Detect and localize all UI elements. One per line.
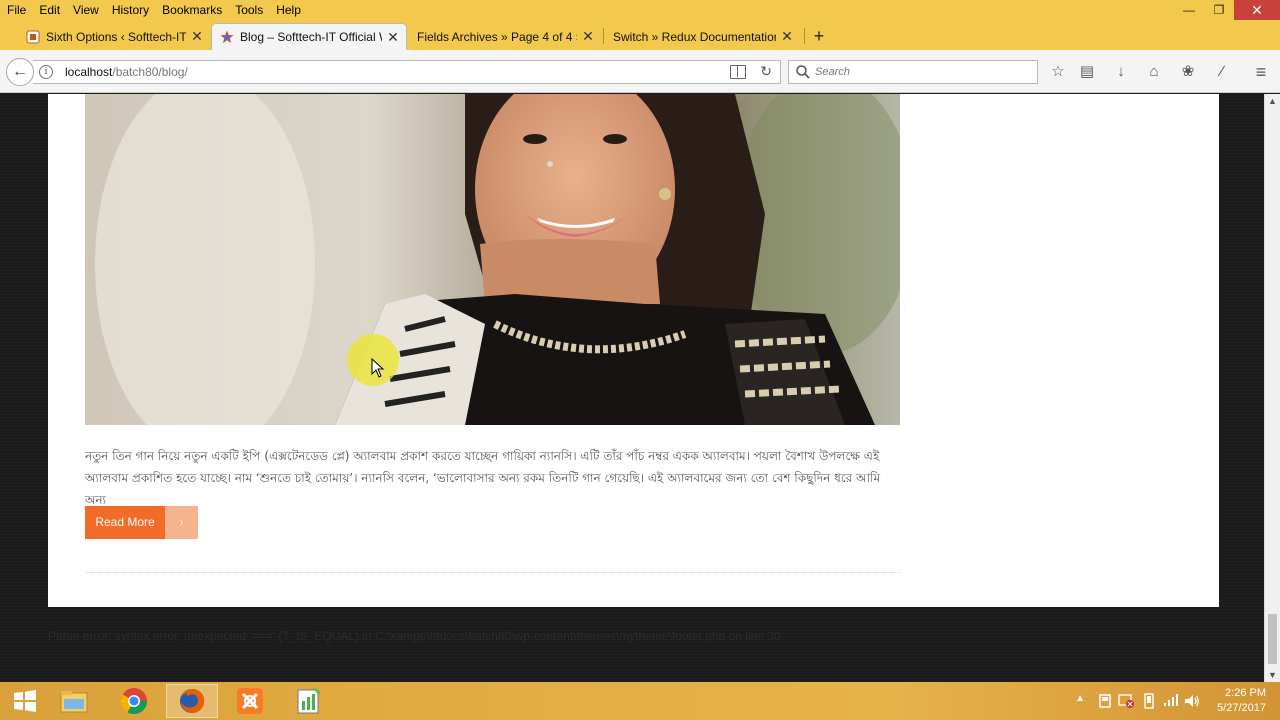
clock-date: 5/27/2017 <box>1217 702 1266 714</box>
tab-bar: Sixth Options ‹ Softtech-IT C ✕ Blog – S… <box>0 20 1280 50</box>
scroll-up-icon[interactable]: ▲ <box>1268 96 1277 106</box>
chrome-icon <box>120 688 148 715</box>
pocket-icon[interactable]: ❀ <box>1178 62 1198 82</box>
php-error-message: Parse error: syntax error, unexpected '=… <box>48 629 781 643</box>
tab-fields-archives[interactable]: Fields Archives » Page 4 of 4 » Re ✕ <box>409 23 601 50</box>
featured-photo <box>85 94 900 425</box>
taskbar-notepad-plus[interactable] <box>282 684 334 718</box>
tab-redux-docs[interactable]: Switch » Redux Documentation ✕ <box>605 23 800 50</box>
close-window-button[interactable]: ✕ <box>1234 0 1280 20</box>
windows-logo-icon <box>14 690 36 712</box>
url-path: /batch80/blog/ <box>112 65 188 79</box>
navigation-toolbar: i localhost/batch80/blog/ ↻ ← Search ☆ ▤… <box>0 50 1280 93</box>
menu-bar: File Edit View History Bookmarks Tools H… <box>0 0 1280 20</box>
tab-separator <box>603 28 604 44</box>
tab-label: Fields Archives » Page 4 of 4 » Re <box>417 29 577 44</box>
hamburger-menu-icon[interactable]: ≡ <box>1251 62 1271 82</box>
tab-label: Switch » Redux Documentation <box>613 29 776 44</box>
reader-view-icon[interactable] <box>730 65 746 79</box>
site-info-icon[interactable]: i <box>39 65 53 79</box>
xampp-icon <box>237 688 263 714</box>
close-tab-icon[interactable]: ✕ <box>581 28 595 45</box>
scrollbar-thumb[interactable] <box>1268 614 1277 664</box>
volume-icon[interactable] <box>1184 693 1200 709</box>
taskbar-firefox[interactable] <box>166 684 218 718</box>
menu-history[interactable]: History <box>105 0 155 20</box>
folder-icon <box>60 691 88 713</box>
post-excerpt: নতুন তিন গান নিয়ে নতুন একটি ইপি (এক্সটে… <box>85 449 881 507</box>
tab-sixth-options[interactable]: Sixth Options ‹ Softtech-IT C ✕ <box>18 23 210 50</box>
mouse-cursor-icon <box>371 358 385 378</box>
tab-label: Blog – Softtech-IT Official W <box>240 30 382 44</box>
read-more-label: Read More <box>85 506 165 539</box>
tab-label: Sixth Options ‹ Softtech-IT C <box>46 29 186 44</box>
menu-help[interactable]: Help <box>269 0 307 20</box>
taskbar-chrome[interactable] <box>108 684 160 718</box>
post-featured-image[interactable] <box>85 94 900 425</box>
download-icon[interactable]: ↓ <box>1111 62 1131 82</box>
notepad-plus-icon <box>297 687 322 714</box>
search-placeholder: Search <box>815 66 850 78</box>
url-host: localhost <box>65 65 113 79</box>
wifi-signal-icon[interactable] <box>1163 693 1179 707</box>
post-divider <box>85 572 900 573</box>
window-controls: — ❐ ✕ <box>1174 0 1280 20</box>
page-favicon-icon <box>26 30 40 43</box>
close-tab-icon[interactable]: ✕ <box>780 28 794 45</box>
menu-view[interactable]: View <box>66 0 105 20</box>
chevron-right-icon: › <box>165 506 198 539</box>
menu-bookmarks[interactable]: Bookmarks <box>155 0 228 20</box>
reload-icon[interactable]: ↻ <box>760 63 772 80</box>
bookmark-star-icon[interactable]: ☆ <box>1048 62 1068 82</box>
clock-time: 2:26 PM <box>1225 687 1266 699</box>
network-error-icon[interactable] <box>1118 694 1134 708</box>
tray-overflow-icon[interactable]: ▲ <box>1075 693 1085 704</box>
windows-taskbar: ▲ 2:26 PM 5/27/2017 <box>0 682 1280 720</box>
close-tab-icon[interactable]: ✕ <box>190 28 204 45</box>
minimize-button[interactable]: — <box>1174 0 1204 20</box>
url-bar[interactable]: i localhost/batch80/blog/ ↻ <box>33 60 781 84</box>
read-more-button[interactable]: Read More › <box>85 506 198 539</box>
scroll-down-icon[interactable]: ▼ <box>1268 670 1277 680</box>
library-icon[interactable]: ▤ <box>1077 62 1097 82</box>
search-input[interactable]: Search <box>788 60 1038 84</box>
device-icon[interactable] <box>1142 693 1156 709</box>
content-card: নতুন তিন গান নিয়ে নতুন একটি ইপি (এক্সটে… <box>48 94 1219 607</box>
start-button[interactable] <box>0 684 50 718</box>
vertical-scrollbar[interactable]: ▲ ▼ <box>1264 94 1280 682</box>
tab-separator <box>804 28 805 44</box>
menu-tools[interactable]: Tools <box>228 0 269 20</box>
restore-button[interactable]: ❐ <box>1204 0 1234 20</box>
action-center-icon[interactable] <box>1098 694 1112 708</box>
back-button[interactable]: ← <box>6 58 34 86</box>
taskbar-file-explorer[interactable] <box>48 684 100 718</box>
firefox-icon <box>180 689 204 713</box>
menu-edit[interactable]: Edit <box>32 0 66 20</box>
new-tab-button[interactable]: + <box>808 23 830 50</box>
eyedropper-icon[interactable]: ∕ <box>1212 62 1232 82</box>
menu-file[interactable]: File <box>0 0 32 20</box>
page-viewport: নতুন তিন গান নিয়ে নতুন একটি ইপি (এক্সটে… <box>0 94 1264 682</box>
taskbar-clock[interactable]: 2:26 PM 5/27/2017 <box>1217 686 1266 716</box>
taskbar-xampp[interactable] <box>224 684 276 718</box>
search-icon <box>796 65 810 79</box>
close-tab-icon[interactable]: ✕ <box>386 29 400 46</box>
tab-blog[interactable]: Blog – Softtech-IT Official W ✕ <box>211 23 407 50</box>
star-favicon-icon <box>220 30 234 43</box>
home-icon[interactable]: ⌂ <box>1144 62 1164 82</box>
